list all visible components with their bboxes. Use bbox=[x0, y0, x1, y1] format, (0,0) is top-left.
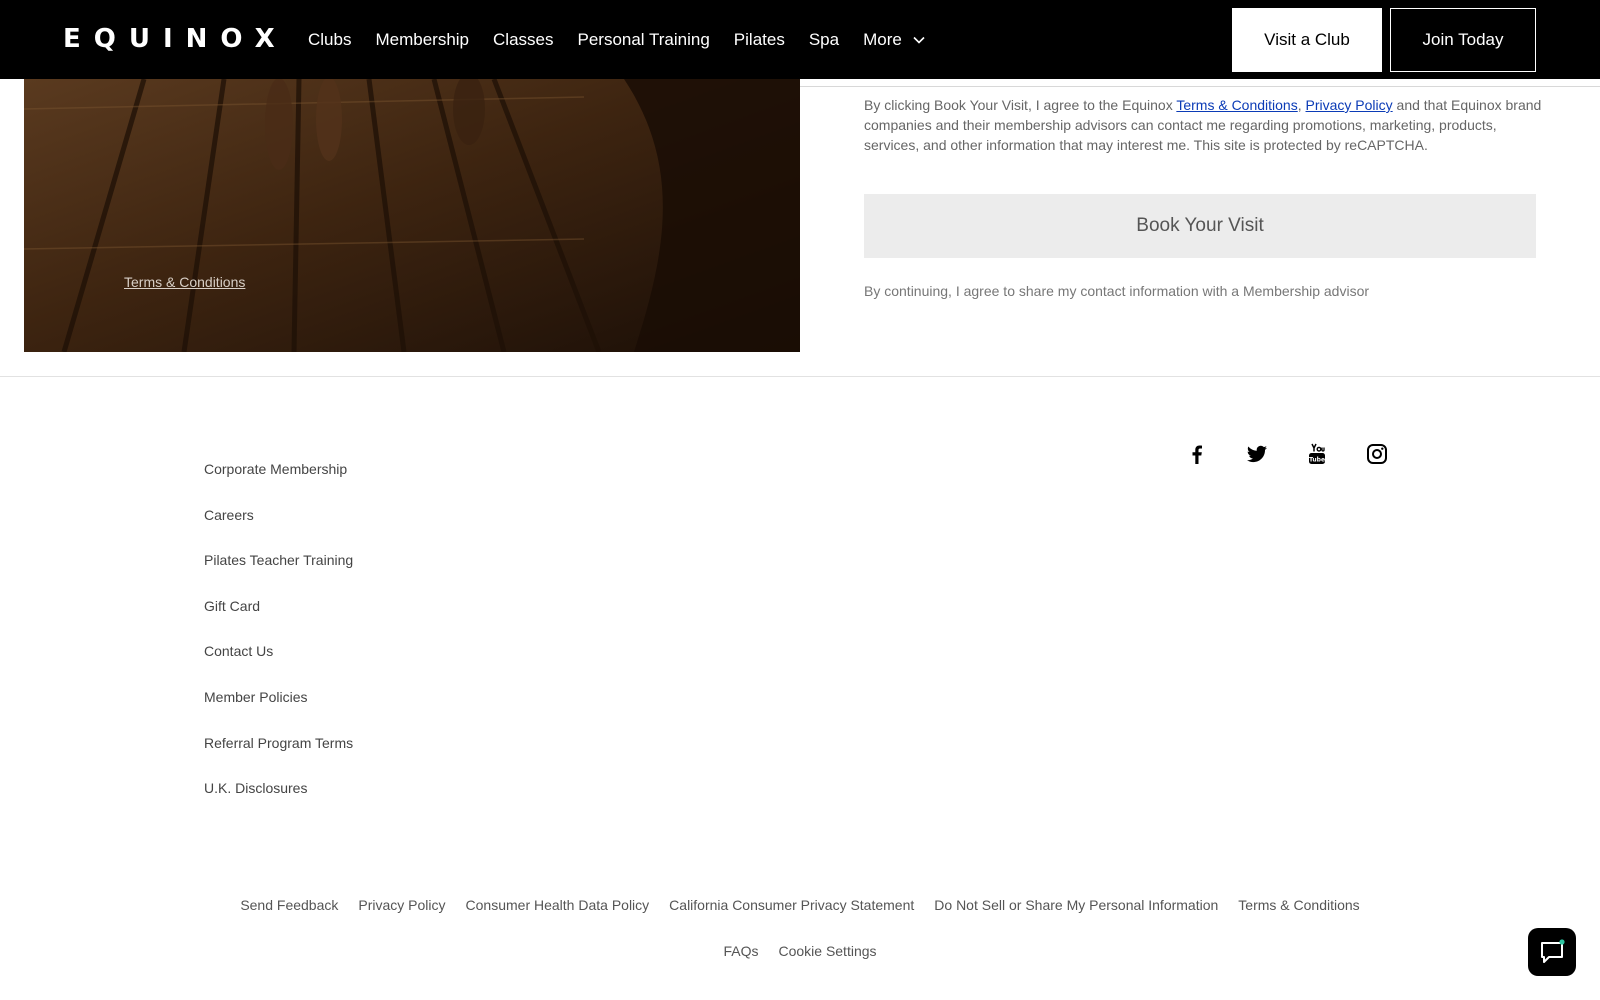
chevron-down-icon bbox=[913, 36, 925, 44]
top-navigation: EQUINOX Clubs Membership Classes Persona… bbox=[0, 0, 1600, 79]
terms-link[interactable]: Terms & Conditions bbox=[1176, 97, 1297, 113]
social-links: Tube bbox=[1183, 440, 1423, 468]
footer-link-corporate-membership[interactable]: Corporate Membership bbox=[204, 459, 353, 479]
equinox-logo[interactable]: EQUINOX bbox=[63, 24, 288, 54]
nav-pilates[interactable]: Pilates bbox=[734, 30, 785, 50]
terms-conditions-link[interactable]: Terms & Conditions bbox=[1238, 897, 1359, 913]
sauna-image: Terms & Conditions bbox=[24, 79, 800, 352]
twitter-icon[interactable] bbox=[1243, 440, 1271, 468]
footer-link-careers[interactable]: Careers bbox=[204, 505, 353, 525]
footer-link-referral-program-terms[interactable]: Referral Program Terms bbox=[204, 733, 353, 753]
california-privacy-statement-link[interactable]: California Consumer Privacy Statement bbox=[669, 897, 914, 913]
facebook-icon[interactable] bbox=[1183, 440, 1211, 468]
nav-spa[interactable]: Spa bbox=[809, 30, 839, 50]
section-divider bbox=[0, 376, 1600, 377]
nav-more[interactable]: More bbox=[863, 30, 926, 50]
privacy-policy-link[interactable]: Privacy Policy bbox=[358, 897, 445, 913]
hero-terms-link[interactable]: Terms & Conditions bbox=[124, 274, 245, 290]
nav-personal-training[interactable]: Personal Training bbox=[577, 30, 709, 50]
send-feedback-link[interactable]: Send Feedback bbox=[240, 897, 338, 913]
main-nav: Clubs Membership Classes Personal Traini… bbox=[308, 0, 950, 79]
join-today-button[interactable]: Join Today bbox=[1390, 8, 1536, 72]
divider bbox=[800, 86, 1600, 87]
instagram-icon[interactable] bbox=[1363, 440, 1391, 468]
chat-bubble-icon bbox=[1541, 939, 1565, 963]
sauna-image-illustration bbox=[24, 79, 800, 352]
chat-button[interactable] bbox=[1528, 928, 1576, 976]
footer-link-contact-us[interactable]: Contact Us bbox=[204, 641, 353, 661]
footer-link-uk-disclosures[interactable]: U.K. Disclosures bbox=[204, 778, 353, 798]
footer-link-member-policies[interactable]: Member Policies bbox=[204, 687, 353, 707]
consent-text: By clicking Book Your Visit, I agree to … bbox=[864, 95, 1544, 155]
legal-links-secondary: FAQs Cookie Settings bbox=[0, 943, 1600, 959]
youtube-icon[interactable]: Tube bbox=[1303, 440, 1331, 468]
nav-more-label: More bbox=[863, 29, 902, 49]
consent-comma: , bbox=[1297, 97, 1306, 113]
consent-prefix: By clicking Book Your Visit, I agree to … bbox=[864, 97, 1177, 113]
svg-text:Tube: Tube bbox=[1309, 457, 1325, 464]
nav-classes[interactable]: Classes bbox=[493, 30, 553, 50]
continue-note: By continuing, I agree to share my conta… bbox=[864, 283, 1370, 299]
privacy-link[interactable]: Privacy Policy bbox=[1306, 97, 1393, 113]
consumer-health-data-policy-link[interactable]: Consumer Health Data Policy bbox=[466, 897, 650, 913]
faqs-link[interactable]: FAQs bbox=[723, 943, 758, 959]
legal-links: Send Feedback Privacy Policy Consumer He… bbox=[0, 897, 1600, 913]
footer-link-pilates-teacher-training[interactable]: Pilates Teacher Training bbox=[204, 550, 353, 570]
cookie-settings-link[interactable]: Cookie Settings bbox=[778, 943, 876, 959]
nav-membership[interactable]: Membership bbox=[375, 30, 469, 50]
nav-clubs[interactable]: Clubs bbox=[308, 30, 351, 50]
do-not-sell-link[interactable]: Do Not Sell or Share My Personal Informa… bbox=[934, 897, 1218, 913]
footer-links: Corporate Membership Careers Pilates Tea… bbox=[204, 459, 353, 824]
book-your-visit-button[interactable]: Book Your Visit bbox=[864, 194, 1536, 258]
footer-link-gift-card[interactable]: Gift Card bbox=[204, 596, 353, 616]
visit-a-club-button[interactable]: Visit a Club bbox=[1232, 8, 1382, 72]
